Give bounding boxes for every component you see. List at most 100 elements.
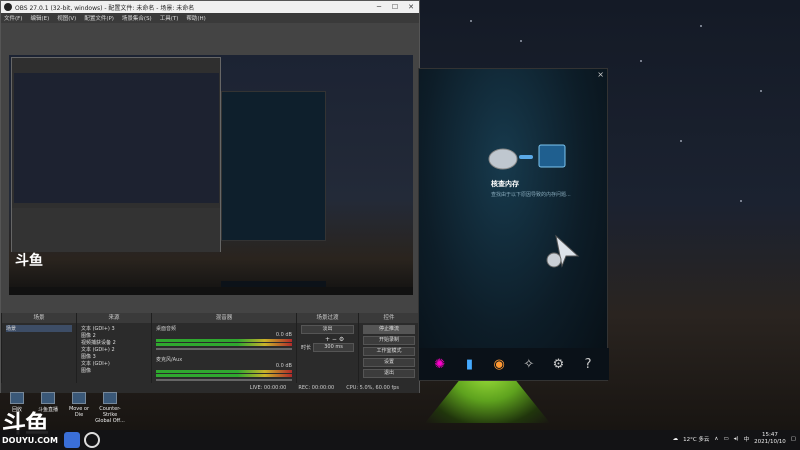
duration-label: 时长 bbox=[301, 345, 312, 351]
mixer-channel: 桌面音频 0.0 dB bbox=[152, 323, 296, 354]
volume-slider[interactable] bbox=[156, 379, 292, 381]
live-timer: LIVE: 00:00:00 bbox=[249, 385, 287, 391]
taskbar: ☁ 12°C 多云 ∧ ▭ ◂) 中 15:47 2021/10/10 ▢ bbox=[0, 430, 800, 450]
controls-dock-title: 控件 bbox=[359, 313, 419, 323]
obs-window: OBS 27.0.1 (32-bit, windows) - 配置文件: 未命名… bbox=[0, 0, 420, 393]
sources-dock: 来源 文本 (GDI+) 3 图像 2 视频捕获设备 2 文本 (GDI+) 2… bbox=[76, 313, 151, 393]
douyu-url: DOUYU.COM bbox=[2, 436, 58, 445]
dialog-subtitle: 查找由于以下原因导致的内存问题... bbox=[491, 192, 571, 198]
studio-mode-button[interactable]: 工作室模式 bbox=[363, 347, 415, 356]
channel-name: 桌面音频 bbox=[156, 326, 177, 332]
cpu-stats: CPU: 5.0%, 60.00 fps bbox=[346, 385, 399, 391]
nested-preview bbox=[14, 73, 219, 203]
duration-input[interactable]: 300 ms bbox=[313, 343, 354, 352]
mixer-dock: 混音器 桌面音频 0.0 dB 麦克风/Aux 0.0 dB bbox=[151, 313, 296, 393]
dialog-title: 核查内存 bbox=[491, 180, 519, 188]
wings-icon[interactable]: ✧ bbox=[521, 356, 537, 372]
maximize-icon[interactable]: ☐ bbox=[387, 3, 403, 11]
obs-app-icon bbox=[4, 3, 12, 11]
controls-dock: 控件 停止推流 开始录制 工作室模式 设置 退出 bbox=[358, 313, 419, 393]
volume-icon[interactable]: ◂) bbox=[734, 436, 739, 442]
weather-text[interactable]: 12°C 多云 bbox=[683, 435, 709, 443]
settings-button[interactable]: 设置 bbox=[363, 358, 415, 367]
obs-titlebar: OBS 27.0.1 (32-bit, windows) - 配置文件: 未命名… bbox=[1, 1, 419, 13]
tiny-taskbar bbox=[9, 287, 413, 295]
channel-level: 0.0 dB bbox=[275, 332, 292, 338]
stop-streaming-button[interactable]: 停止推流 bbox=[363, 325, 415, 334]
taskbar-app-icon[interactable] bbox=[64, 432, 80, 448]
ime-icon[interactable]: 中 bbox=[744, 435, 750, 443]
volume-slider[interactable] bbox=[156, 348, 292, 350]
transition-select[interactable]: 淡出 bbox=[301, 325, 354, 334]
mouse-to-monitor-icon bbox=[488, 144, 566, 170]
source-item[interactable]: 图像 bbox=[81, 367, 147, 374]
recycle-bin-icon bbox=[10, 392, 24, 404]
channel-level: 0.0 dB bbox=[275, 363, 292, 369]
channel-name: 麦克风/Aux bbox=[156, 357, 183, 363]
preview-canvas[interactable]: 斗鱼 bbox=[9, 55, 413, 295]
csgo-icon bbox=[103, 392, 117, 404]
icon-label: Move or Die bbox=[68, 406, 90, 418]
minimize-icon[interactable]: ─ bbox=[371, 3, 387, 11]
menu-tools[interactable]: 工具(T) bbox=[160, 14, 179, 22]
source-item[interactable]: 视频捕获设备 2 bbox=[81, 339, 147, 346]
transitions-dock: 场景过渡 淡出 + − ⚙ 时长 300 ms bbox=[296, 313, 358, 393]
volume-meter bbox=[156, 370, 292, 373]
source-item[interactable]: 文本 (GDI+) 3 bbox=[81, 325, 147, 332]
mini-dialog-capture bbox=[221, 91, 326, 241]
obs-preview-area: 斗鱼 bbox=[1, 23, 419, 313]
volume-meter bbox=[156, 374, 292, 377]
obs-taskbar-icon[interactable] bbox=[84, 432, 100, 448]
start-recording-button[interactable]: 开始录制 bbox=[363, 336, 415, 345]
system-tray: ☁ 12°C 多云 ∧ ▭ ◂) 中 15:47 2021/10/10 ▢ bbox=[673, 432, 796, 446]
help-icon[interactable]: ? bbox=[580, 356, 596, 372]
dialog-close-icon[interactable]: × bbox=[597, 70, 604, 79]
mixer-dock-title: 混音器 bbox=[152, 313, 296, 323]
douyu-app-icon bbox=[41, 392, 55, 404]
tray-arrow-icon[interactable]: ∧ bbox=[714, 436, 718, 442]
memory-check-dialog: × 核查内存 查找由于以下原因导致的内存问题... ✺ ▮ ◉ ✧ ⚙ ? bbox=[418, 68, 609, 381]
network-icon[interactable]: ▭ bbox=[723, 436, 728, 442]
desktop-icon-move-or-die[interactable]: Move or Die bbox=[64, 392, 94, 418]
menu-scene-collection[interactable]: 场景集合(S) bbox=[122, 14, 152, 22]
clock-time: 15:47 bbox=[762, 432, 778, 438]
scene-item[interactable]: 场景 bbox=[6, 325, 72, 332]
cursor-gear-icon bbox=[546, 234, 580, 268]
bottle-icon[interactable]: ▮ bbox=[461, 356, 477, 372]
volume-meter bbox=[156, 339, 292, 342]
icon-label: Counter-Strike Global Off... bbox=[95, 406, 125, 424]
gear-icon[interactable]: ⚙ bbox=[550, 356, 566, 372]
clock[interactable]: 15:47 2021/10/10 bbox=[754, 432, 786, 446]
menu-view[interactable]: 视图(V) bbox=[57, 14, 76, 22]
desktop-icon-csgo[interactable]: Counter-Strike Global Off... bbox=[95, 392, 125, 424]
source-item[interactable]: 文本 (GDI+) 2 bbox=[81, 346, 147, 353]
clock-date: 2021/10/10 bbox=[754, 439, 786, 445]
close-icon[interactable]: ✕ bbox=[403, 3, 419, 11]
notification-icon[interactable]: ▢ bbox=[791, 436, 796, 442]
source-item[interactable]: 图像 2 bbox=[81, 332, 147, 339]
exit-button[interactable]: 退出 bbox=[363, 369, 415, 378]
tiny-douyu-logo: 斗鱼 bbox=[15, 253, 43, 269]
menu-profile[interactable]: 配置文件(P) bbox=[84, 14, 114, 22]
sources-dock-title: 来源 bbox=[77, 313, 151, 323]
menu-file[interactable]: 文件(F) bbox=[4, 14, 22, 22]
menu-help[interactable]: 帮助(H) bbox=[186, 14, 205, 22]
source-item[interactable]: 图像 3 bbox=[81, 353, 147, 360]
obs-title: OBS 27.0.1 (32-bit, windows) - 配置文件: 未命名… bbox=[15, 4, 195, 12]
transitions-dock-title: 场景过渡 bbox=[297, 313, 358, 323]
nested-docks bbox=[12, 208, 220, 252]
weather-icon[interactable]: ☁ bbox=[673, 436, 679, 442]
obs-menubar: 文件(F) 编辑(E) 视图(V) 配置文件(P) 场景集合(S) 工具(T) … bbox=[1, 13, 419, 23]
nested-obs-capture bbox=[11, 57, 221, 252]
rec-timer: REC: 00:00:00 bbox=[298, 385, 335, 391]
rainbow-icon[interactable]: ◉ bbox=[491, 356, 507, 372]
transition-add-remove[interactable]: + − ⚙ bbox=[297, 336, 358, 343]
menu-edit[interactable]: 编辑(E) bbox=[30, 14, 49, 22]
dialog-toolbar: ✺ ▮ ◉ ✧ ⚙ ? bbox=[419, 348, 609, 380]
scenes-dock-title: 场景 bbox=[2, 313, 76, 323]
source-item[interactable]: 文本 (GDI+) bbox=[81, 360, 147, 367]
scenes-dock: 场景 场景 + − ∧ ∨ bbox=[1, 313, 76, 393]
mixer-channel: 麦克风/Aux 0.0 dB bbox=[152, 354, 296, 385]
color-sparkle-icon[interactable]: ✺ bbox=[432, 356, 448, 372]
game-icon bbox=[72, 392, 86, 404]
